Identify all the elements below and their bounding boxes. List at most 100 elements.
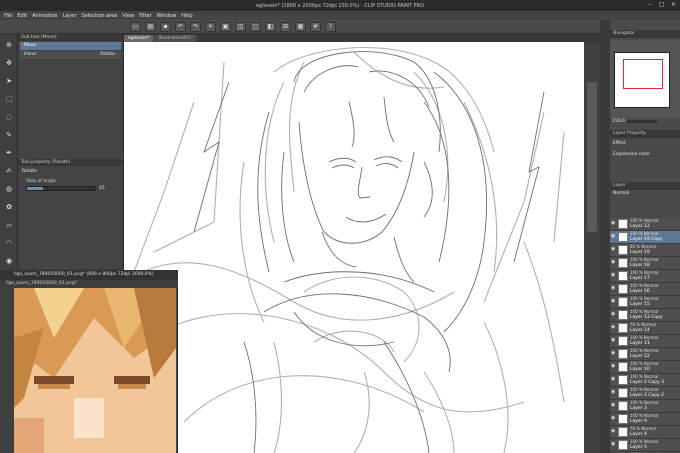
visibility-eye-icon[interactable]: ◉ [611, 221, 616, 226]
visibility-eye-icon[interactable]: ◉ [611, 312, 616, 317]
layer-row[interactable]: ◉ 100 % Normal Layer 12 [610, 348, 680, 361]
layer-row[interactable]: ◉ 85 % Normal Layer 19 [610, 244, 680, 257]
step-slider[interactable] [26, 186, 96, 191]
layer-row[interactable]: ◉ 100 % Normal Layer 15 [610, 296, 680, 309]
visibility-eye-icon[interactable]: ◉ [611, 338, 616, 343]
visibility-eye-icon[interactable]: ◉ [611, 247, 616, 252]
layer-row[interactable]: ◉ 100 % Normal Layer 2 Copy 3 [610, 374, 680, 387]
layer-row[interactable]: ◉ 100 % Normal Layer 16 [610, 283, 680, 296]
decoration-tool-icon[interactable]: ✿ [3, 202, 15, 212]
zoom-slider[interactable] [626, 119, 657, 123]
airbrush-tool-icon[interactable]: ◍ [3, 184, 15, 194]
layer-row[interactable]: ◉ 100 % Normal Layer 17 [610, 270, 680, 283]
layer-thumbnail [618, 297, 628, 307]
subtool-rotate[interactable]: Rotate [100, 51, 115, 59]
subtool-hand[interactable]: Hand [24, 51, 36, 59]
layer-row[interactable]: ◉ 100 % Normal Layer 10 [610, 361, 680, 374]
selection-tool-icon[interactable]: ⬚ [3, 94, 15, 104]
pen-tool-icon[interactable]: ✒ [3, 148, 15, 158]
layer-row[interactable]: ◉ 100 % Normal Layer 5 [610, 439, 680, 452]
open-file-icon[interactable]: ▤ [145, 21, 156, 32]
zoom-tool-icon[interactable]: ⊕ [3, 40, 15, 50]
layer-row[interactable]: ◉ 100 % Normal Layer 18 [610, 257, 680, 270]
invert-selection-icon[interactable]: ◧ [265, 21, 276, 32]
maximize-button[interactable]: □ [657, 1, 666, 9]
help-icon[interactable]: ? [325, 21, 336, 32]
eraser-tool-icon[interactable]: ▱ [3, 220, 15, 230]
redo-icon[interactable]: ↷ [190, 21, 201, 32]
layer-row[interactable]: ◉ 100 % Normal Layer 11 [610, 335, 680, 348]
eyedropper-tool-icon[interactable]: ✎ [3, 130, 15, 140]
visibility-eye-icon[interactable]: ◉ [611, 299, 616, 304]
subtool-header: Sub tool [Move] [18, 34, 123, 41]
visibility-eye-icon[interactable]: ◉ [611, 403, 616, 408]
menu-edit[interactable]: Edit [17, 13, 27, 19]
minimize-button[interactable]: – [645, 1, 654, 9]
tab-illustration[interactable]: Illustration001* [154, 35, 198, 42]
reference-tab[interactable]: Ilgo_zoom_789050000_01.png* [0, 280, 178, 288]
visibility-eye-icon[interactable]: ◉ [611, 377, 616, 382]
lasso-tool-icon[interactable]: ◌ [3, 112, 15, 122]
blend-tool-icon[interactable]: ◠ [3, 238, 15, 248]
menu-selection-area[interactable]: Selection area [82, 13, 118, 19]
save-icon[interactable]: ▪ [160, 21, 171, 32]
step-value[interactable]: 45 [99, 186, 105, 191]
canvas-tabs: eglovein* Illustration001* [124, 34, 600, 42]
layer-row[interactable]: ◉ 100 % Normal Layer 19 Copy [610, 231, 680, 244]
clear-icon[interactable]: ✕ [205, 21, 216, 32]
layer-row[interactable]: ◉ 100 % Normal Layer 2 Copy 2 [610, 387, 680, 400]
brush-tool-icon[interactable]: ✍ [3, 166, 15, 176]
menu-help[interactable]: Help [181, 13, 192, 19]
blend-mode-select[interactable]: Normal [610, 190, 680, 198]
visibility-eye-icon[interactable]: ◉ [611, 286, 616, 291]
menu-view[interactable]: View [122, 13, 134, 19]
visibility-eye-icon[interactable]: ◉ [611, 234, 616, 239]
visibility-eye-icon[interactable]: ◉ [611, 442, 616, 447]
deselect-icon[interactable]: ▢ [250, 21, 261, 32]
menu-filter[interactable]: Filter [139, 13, 151, 19]
close-button[interactable]: ✕ [669, 1, 678, 9]
layer-name: Layer 19 [630, 250, 650, 255]
effect-label: Effect [613, 141, 626, 146]
transform-icon[interactable]: ◫ [235, 21, 246, 32]
layer-row[interactable]: ◉ 100 % Normal Layer 13 Copy [610, 309, 680, 322]
visibility-eye-icon[interactable]: ◉ [611, 390, 616, 395]
undo-icon[interactable]: ↶ [175, 21, 186, 32]
scroll-thumb[interactable] [587, 82, 597, 232]
operation-tool-icon[interactable]: ➤ [3, 76, 15, 86]
layer-property-header: Layer Property [610, 130, 680, 138]
zoom-value[interactable]: 150.0 [612, 119, 625, 124]
layer-row[interactable]: ◉ 76 % Normal Layer 4 [610, 426, 680, 439]
visibility-eye-icon[interactable]: ◉ [611, 260, 616, 265]
menu-window[interactable]: Window [157, 13, 177, 19]
layer-row[interactable]: ◉ 100 % Normal Layer 9 [610, 413, 680, 426]
visibility-eye-icon[interactable]: ◉ [611, 364, 616, 369]
new-file-icon[interactable]: ▭ [130, 21, 141, 32]
fill-tool-icon[interactable]: ◉ [3, 256, 15, 266]
visibility-eye-icon[interactable]: ◉ [611, 416, 616, 421]
navigator-thumbnail[interactable] [614, 52, 670, 108]
fill-icon[interactable]: ▣ [220, 21, 231, 32]
move-tool-icon[interactable]: ✥ [3, 58, 15, 68]
layer-thumbnail [618, 388, 628, 398]
grid-icon[interactable]: # [310, 21, 321, 32]
visibility-eye-icon[interactable]: ◉ [611, 325, 616, 330]
vertical-scrollbar[interactable] [584, 42, 600, 453]
layer-row[interactable]: ◉ 100 % Normal Layer 3 [610, 400, 680, 413]
layer-row[interactable]: ◉ 76 % Normal Layer 14 [610, 322, 680, 335]
snap-icon[interactable]: ⊞ [280, 21, 291, 32]
subtool-move[interactable]: Move [20, 42, 121, 50]
ruler-icon[interactable]: ▦ [295, 21, 306, 32]
menu-animation[interactable]: Animation [32, 13, 58, 19]
title-bar: eglovein* (1800 x 2000px 72dpi 150.0%) -… [0, 0, 680, 11]
visibility-eye-icon[interactable]: ◉ [611, 429, 616, 434]
reference-window-title: Ilgo_zoom_789050000_01.png* (800 x 800px… [0, 270, 178, 280]
tab-eglovein[interactable]: eglovein* [124, 35, 154, 42]
drawing-canvas[interactable] [124, 42, 584, 453]
visibility-eye-icon[interactable]: ◉ [611, 351, 616, 356]
menu-file[interactable]: File [4, 13, 12, 19]
layer-row[interactable]: ◉ 100 % Normal Layer 12 [610, 218, 680, 231]
visibility-eye-icon[interactable]: ◉ [611, 273, 616, 278]
menu-layer[interactable]: Layer [63, 13, 77, 19]
navigator-viewport[interactable] [623, 59, 663, 89]
